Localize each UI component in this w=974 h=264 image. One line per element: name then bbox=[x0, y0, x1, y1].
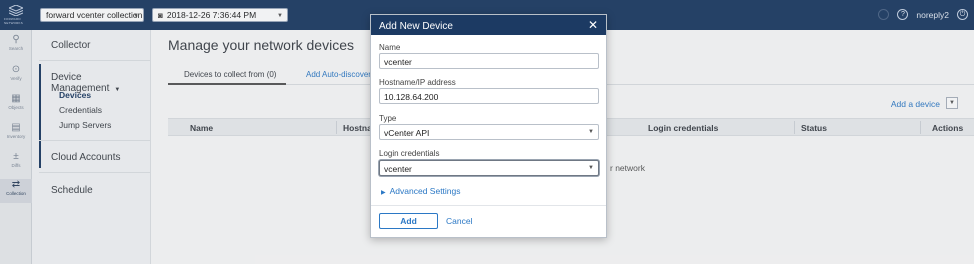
add-device-dialog: Add New Device ✕ Name vcenter Hostname/I… bbox=[370, 14, 607, 238]
chevron-down-icon: ▼ bbox=[588, 165, 594, 171]
hostname-field[interactable]: 10.128.64.200 bbox=[379, 88, 599, 104]
hostname-label: Hostname/IP address bbox=[379, 78, 456, 87]
cancel-button[interactable]: Cancel bbox=[446, 216, 472, 226]
name-field[interactable]: vcenter bbox=[379, 53, 599, 69]
type-select-value: vCenter API bbox=[384, 128, 430, 138]
chevron-down-icon: ▼ bbox=[588, 129, 594, 135]
name-label: Name bbox=[379, 43, 401, 52]
dialog-footer-divider bbox=[371, 205, 606, 206]
hostname-field-value: 10.128.64.200 bbox=[384, 92, 439, 102]
chevron-right-icon: ▶ bbox=[381, 190, 386, 196]
credentials-label: Login credentials bbox=[379, 149, 440, 158]
name-field-value: vcenter bbox=[384, 57, 412, 67]
dialog-header: Add New Device ✕ bbox=[371, 15, 606, 35]
add-button[interactable]: Add bbox=[379, 213, 438, 229]
close-icon[interactable]: ✕ bbox=[588, 18, 598, 32]
type-label: Type bbox=[379, 114, 397, 123]
type-select[interactable]: vCenter API ▼ bbox=[379, 124, 599, 140]
advanced-settings-label: Advanced Settings bbox=[389, 186, 461, 196]
credentials-select[interactable]: vcenter ▼ bbox=[379, 160, 599, 176]
credentials-select-value: vcenter bbox=[384, 164, 412, 174]
advanced-settings-toggle[interactable]: ▶ Advanced Settings bbox=[381, 186, 461, 196]
dialog-title: Add New Device bbox=[379, 21, 453, 32]
